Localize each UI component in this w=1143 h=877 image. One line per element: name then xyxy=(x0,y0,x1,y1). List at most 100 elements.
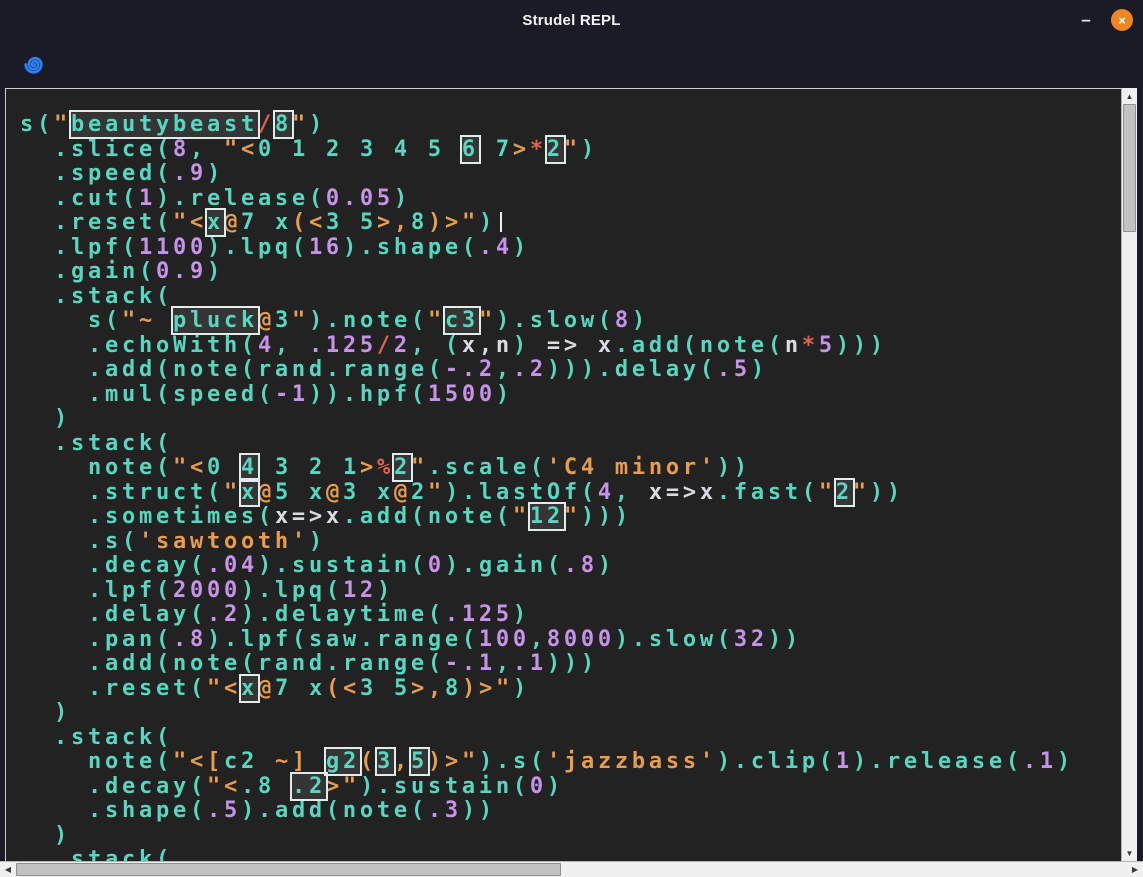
vertical-scroll-thumb[interactable] xyxy=(1123,104,1136,232)
code-token: ) xyxy=(632,308,649,333)
code-token: 1500 xyxy=(428,382,496,407)
code-line[interactable]: .lpf(2000).lpq(12) xyxy=(20,579,1121,604)
code-token: x=>x xyxy=(649,480,717,505)
code-token: ) xyxy=(479,210,496,235)
code-line[interactable]: s("beautybeast/8") xyxy=(20,113,1121,138)
code-token: ).release( xyxy=(853,749,1023,774)
code-line[interactable]: .struct("x@5 x@3 x@2").lastOf(4, x=>x.fa… xyxy=(20,481,1121,506)
minimize-button[interactable]: – xyxy=(1077,15,1095,25)
code-token: 'jazzbass' xyxy=(547,749,717,774)
code-line[interactable]: ) xyxy=(20,407,1121,432)
code-token: ))).delay( xyxy=(547,357,717,382)
code-token: c2 xyxy=(224,749,258,774)
code-token: , xyxy=(190,137,224,162)
code-line[interactable]: .lpf(1100).lpq(16).shape(.4) xyxy=(20,236,1121,261)
code-token: ) xyxy=(751,357,768,382)
horizontal-scrollbar[interactable]: ◀ ▶ xyxy=(0,861,1143,877)
code-token: ))) xyxy=(547,651,598,676)
code-line[interactable]: .speed(.9) xyxy=(20,162,1121,187)
horizontal-scroll-thumb[interactable] xyxy=(16,863,561,876)
code-token: , ( xyxy=(411,333,462,358)
code-line[interactable]: .reset("<x@7 x(<3 5>,8)>") xyxy=(20,211,1121,236)
code-token: ) xyxy=(377,578,394,603)
code-line[interactable]: .mul(speed(-1)).hpf(1500) xyxy=(20,383,1121,408)
window: Strudel REPL – × s("beautybeast/8") .sli… xyxy=(0,0,1143,877)
code-token: ))) xyxy=(836,333,887,358)
code-line[interactable]: .sometimes(x=>x.add(note("12"))) xyxy=(20,505,1121,530)
scroll-left-button[interactable]: ◀ xyxy=(1,862,15,877)
code-token: ).note( xyxy=(309,308,428,333)
code-line[interactable]: .stack( xyxy=(20,848,1121,861)
code-token: .1 xyxy=(1023,749,1057,774)
header-bar xyxy=(0,40,1143,88)
code-token: .add(note( xyxy=(343,504,513,529)
code-line[interactable]: .s('sawtooth') xyxy=(20,530,1121,555)
code-token: " xyxy=(411,455,428,480)
code-line[interactable]: .reset("<x@7 x(<3 5>,8)>") xyxy=(20,677,1121,702)
code-token: > xyxy=(326,774,343,799)
code-line[interactable]: .pan(.8).lpf(saw.range(100,8000).slow(32… xyxy=(20,628,1121,653)
code-line[interactable]: .stack( xyxy=(20,285,1121,310)
active-event-highlight: 2 xyxy=(836,480,853,505)
code-token: .decay( xyxy=(20,553,207,578)
code-line[interactable]: s("~ pluck@3").note("c3").slow(8) xyxy=(20,309,1121,334)
code-token: ) xyxy=(309,529,326,554)
code-editor[interactable]: s("beautybeast/8") .slice(8, "<0 1 2 3 4… xyxy=(5,88,1121,861)
code-token: ).release( xyxy=(156,186,326,211)
code-token: ).s( xyxy=(479,749,547,774)
code-token: x,n xyxy=(462,333,513,358)
code-token: " xyxy=(54,112,71,137)
code-line[interactable]: .decay("<.8 .2>").sustain(0) xyxy=(20,775,1121,800)
code-token: )) xyxy=(870,480,904,505)
code-token: 8 xyxy=(615,308,632,333)
code-line[interactable]: .delay(.2).delaytime(.125) xyxy=(20,603,1121,628)
code-line[interactable]: .decay(.04).sustain(0).gain(.8) xyxy=(20,554,1121,579)
code-token: .scale( xyxy=(428,455,547,480)
code-line[interactable]: .slice(8, "<0 1 2 3 4 5 6 7>*2") xyxy=(20,138,1121,163)
code-token: 2000 xyxy=(173,578,241,603)
code-token: ).clip( xyxy=(717,749,836,774)
code-line[interactable]: .stack( xyxy=(20,726,1121,751)
close-button[interactable]: × xyxy=(1111,9,1133,31)
code-line[interactable]: .cut(1).release(0.05) xyxy=(20,187,1121,212)
code-line[interactable]: .add(note(rand.range(-.1,.1))) xyxy=(20,652,1121,677)
active-event-highlight: x xyxy=(241,676,258,701)
code-line[interactable]: ) xyxy=(20,824,1121,849)
code-line[interactable]: .stack( xyxy=(20,432,1121,457)
scroll-right-button[interactable]: ▶ xyxy=(1128,862,1142,877)
vertical-scrollbar[interactable]: ▲ ▼ xyxy=(1121,88,1137,861)
code-token: .stack( xyxy=(20,847,173,861)
strudel-logo-icon[interactable] xyxy=(20,51,47,78)
code-token: )).hpf( xyxy=(309,382,428,407)
titlebar[interactable]: Strudel REPL – × xyxy=(0,0,1143,40)
code-token: " xyxy=(224,480,241,505)
active-event-highlight: 12 xyxy=(530,504,564,529)
code-token: ( xyxy=(360,749,377,774)
code-line[interactable]: .add(note(rand.range(-.2,.2))).delay(.5) xyxy=(20,358,1121,383)
code-token: .4 xyxy=(479,235,513,260)
code-line[interactable]: .gain(0.9) xyxy=(20,260,1121,285)
code-token: " xyxy=(292,112,309,137)
scroll-up-button[interactable]: ▲ xyxy=(1122,89,1137,103)
code-token: 8 xyxy=(445,676,462,701)
code-line[interactable]: ) xyxy=(20,701,1121,726)
code-token: 'C4 minor' xyxy=(547,455,717,480)
code-line[interactable]: note("<[c2 ~] g2(3,5)>").s('jazzbass').c… xyxy=(20,750,1121,775)
scroll-down-button[interactable]: ▼ xyxy=(1122,846,1137,860)
code-token: , xyxy=(530,627,547,652)
active-event-highlight: 2 xyxy=(547,137,564,162)
code-line[interactable]: note("<0 4 3 2 1>%2".scale('C4 minor')) xyxy=(20,456,1121,481)
code-token: "< xyxy=(173,455,207,480)
text-caret xyxy=(500,212,502,232)
code-token: ).delaytime( xyxy=(241,602,445,627)
code-token: x xyxy=(275,210,292,235)
code-token: 0.9 xyxy=(156,259,207,284)
code-line[interactable]: .echoWith(4, .125/2, (x,n) => x.add(note… xyxy=(20,334,1121,359)
code-token: ) xyxy=(394,186,411,211)
code-line[interactable]: .shape(.5).add(note(.3)) xyxy=(20,799,1121,824)
code-token: .mul(speed( xyxy=(20,382,275,407)
code-token: ) xyxy=(513,333,547,358)
code-token: ).gain( xyxy=(445,553,564,578)
code-token: )> xyxy=(428,749,462,774)
active-event-highlight: c3 xyxy=(445,308,479,333)
